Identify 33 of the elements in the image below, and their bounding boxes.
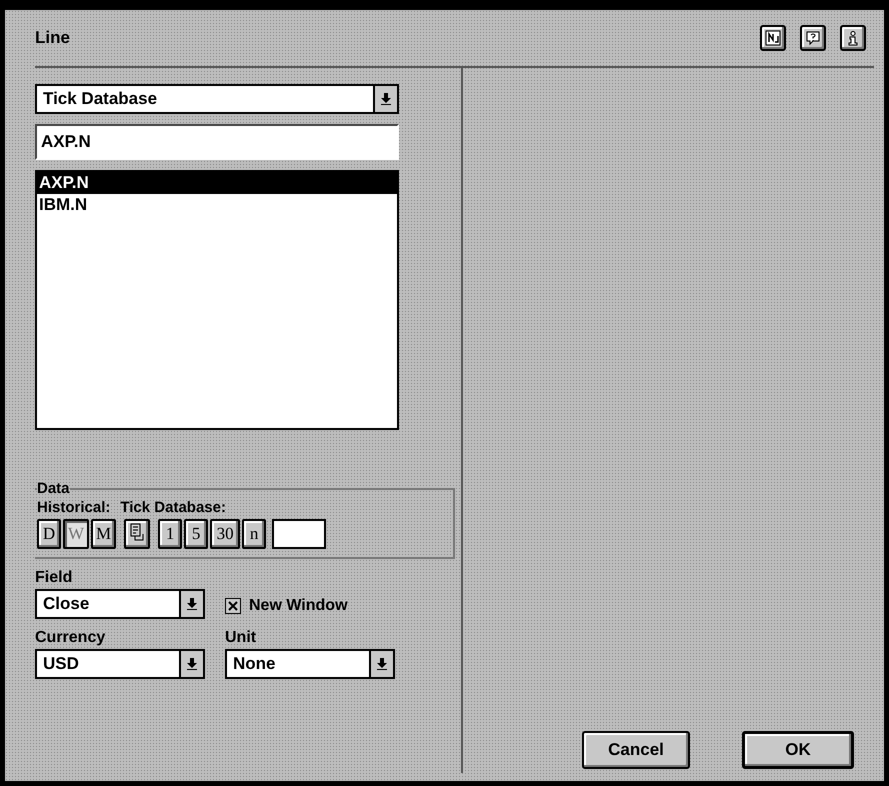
currency-dropdown[interactable]: USD (35, 649, 205, 679)
tick-chart-icon (129, 522, 146, 540)
unit-label: Unit (225, 629, 258, 647)
dialog-title: Line (35, 28, 70, 48)
period-button[interactable]: n (242, 519, 266, 549)
tick-button[interactable] (124, 519, 150, 549)
symbol-list[interactable]: AXP.N IBM.N (35, 170, 399, 430)
chart-window-icon[interactable] (760, 25, 786, 51)
dropdown-arrow-icon (187, 658, 197, 670)
dropdown-arrow-icon (187, 598, 197, 610)
unit-dropdown[interactable]: None (225, 649, 395, 679)
help-icon[interactable] (800, 25, 826, 51)
new-window-checkbox[interactable]: New Window (225, 597, 348, 615)
cancel-button[interactable]: Cancel (582, 731, 690, 769)
info-icon[interactable] (840, 25, 866, 51)
count-field[interactable] (272, 519, 326, 549)
ok-button[interactable]: OK (742, 731, 854, 769)
period-button[interactable]: 5 (184, 519, 208, 549)
field-label: Field (35, 569, 74, 587)
period-button[interactable]: D (37, 519, 61, 549)
tick-database-label: Tick Database: (120, 499, 226, 516)
list-item[interactable]: AXP.N (37, 172, 397, 194)
historical-label: Historical: (37, 499, 110, 516)
period-button[interactable]: 1 (158, 519, 182, 549)
symbol-field[interactable]: AXP.N (35, 124, 399, 160)
period-button[interactable]: M (91, 519, 116, 549)
dropdown-arrow-icon (381, 93, 391, 105)
group-title: Data (37, 480, 70, 497)
dropdown-arrow-icon (377, 658, 387, 670)
source-dropdown[interactable]: Tick Database (35, 84, 399, 114)
currency-label: Currency (35, 629, 106, 647)
field-dropdown[interactable]: Close (35, 589, 205, 619)
period-button[interactable]: 30 (210, 519, 240, 549)
